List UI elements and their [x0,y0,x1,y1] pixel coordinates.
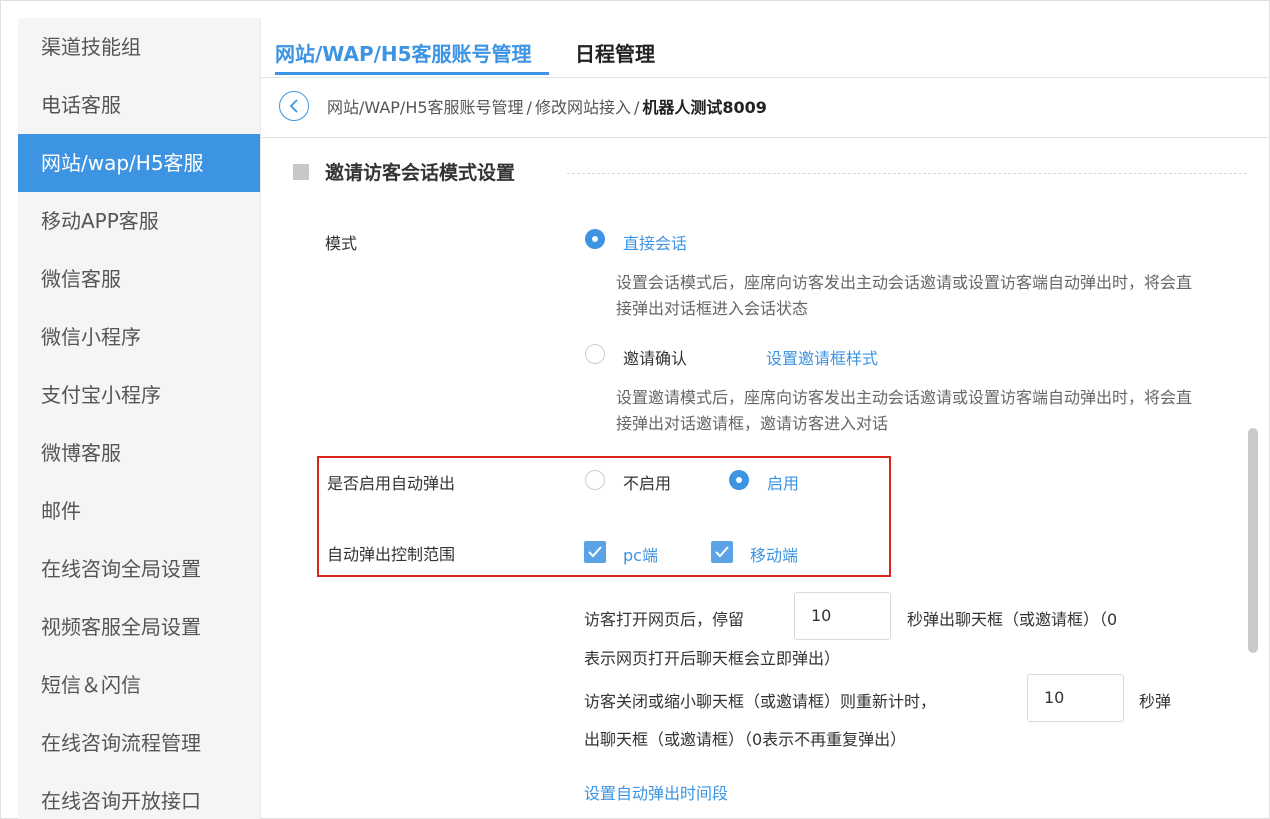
sidebar-item-online-open-api[interactable]: 在线咨询开放接口 [18,772,260,819]
vertical-scrollbar[interactable] [1248,428,1258,653]
mode-direct-label[interactable]: 直接会话 [623,230,687,254]
invite-style-link[interactable]: 设置邀请框样式 [766,345,878,369]
breadcrumb-item-account-management[interactable]: 网站/WAP/H5客服账号管理 [327,98,524,117]
sidebar: 渠道技能组 电话客服 网站/wap/H5客服 移动APP客服 微信客服 微信小程… [18,18,260,819]
auto-popup-off-radio[interactable] [585,470,605,490]
tab-account-management[interactable]: 网站/WAP/H5客服账号管理 [275,38,532,67]
pc-label[interactable]: pc端 [623,542,658,566]
breadcrumb: 网站/WAP/H5客服账号管理 / 修改网站接入 / 机器人测试8009 [261,78,1270,138]
sidebar-item-alipay-miniprogram[interactable]: 支付宝小程序 [18,366,260,424]
mode-invite-radio[interactable] [585,344,605,364]
mobile-checkbox[interactable] [711,541,733,563]
popup-scope-label: 自动弹出控制范围 [327,545,456,564]
sidebar-item-online-global-settings[interactable]: 在线咨询全局设置 [18,540,260,598]
chevron-left-icon [289,99,298,113]
tab-bar: 网站/WAP/H5客服账号管理 日程管理 [261,18,1270,78]
sidebar-item-skill-group[interactable]: 渠道技能组 [18,18,260,76]
stay-suffix-text: 秒弹出聊天框（或邀请框）（0 [907,610,1118,629]
sidebar-item-mobile-app[interactable]: 移动APP客服 [18,192,260,250]
reset-note-text: 出聊天框（或邀请框）（0表示不再重复弹出） [584,730,907,749]
auto-popup-on-label[interactable]: 启用 [767,470,799,494]
back-button[interactable] [279,91,309,121]
mode-invite-description: 设置邀请模式后，座席向访客发出主动会话邀请或设置访客端自动弹出时，将会直接弹出对… [616,388,1193,433]
breadcrumb-separator: / [633,98,640,117]
sidebar-item-web-wap-h5[interactable]: 网站/wap/H5客服 [18,134,260,192]
mode-direct-description: 设置会话模式后，座席向访客发出主动会话邀请或设置访客端自动弹出时，将会直接弹出对… [616,273,1193,318]
sidebar-item-video-global-settings[interactable]: 视频客服全局设置 [18,598,260,656]
auto-popup-off-label[interactable]: 不启用 [623,470,671,494]
mode-invite-label[interactable]: 邀请确认 [623,345,687,369]
section-marker [293,164,309,180]
auto-popup-label: 是否启用自动弹出 [327,474,456,493]
mode-label: 模式 [325,234,358,253]
popup-time-range-link[interactable]: 设置自动弹出时间段 [584,780,728,804]
sidebar-item-wechat-miniprogram[interactable]: 微信小程序 [18,308,260,366]
sidebar-item-weibo[interactable]: 微博客服 [18,424,260,482]
reset-seconds-input[interactable]: 10 [1027,674,1124,722]
mode-direct-radio[interactable] [585,229,605,249]
main-panel: 网站/WAP/H5客服账号管理 日程管理 网站/WAP/H5客服账号管理 / 修改网… [260,18,1270,819]
sidebar-item-email[interactable]: 邮件 [18,482,260,540]
checkmark-icon [588,546,602,558]
auto-popup-on-radio[interactable] [729,470,749,490]
sidebar-item-phone-service[interactable]: 电话客服 [18,76,260,134]
stay-note-text: 表示网页打开后聊天框会立即弹出） [584,649,841,668]
section-title: 邀请访客会话模式设置 [325,162,516,184]
sidebar-item-sms-flash[interactable]: 短信＆闪信 [18,656,260,714]
sidebar-item-online-flow-management[interactable]: 在线咨询流程管理 [18,714,260,772]
pc-checkbox[interactable] [584,541,606,563]
tab-schedule-management[interactable]: 日程管理 [575,38,655,67]
breadcrumb-trail: 网站/WAP/H5客服账号管理 / 修改网站接入 / 机器人测试8009 [327,94,767,118]
sidebar-item-wechat[interactable]: 微信客服 [18,250,260,308]
breadcrumb-current: 机器人测试8009 [642,98,767,117]
breadcrumb-item-edit-site[interactable]: 修改网站接入 [535,98,631,117]
stay-prefix-text: 访客打开网页后，停留 [584,610,745,629]
stay-seconds-input[interactable]: 10 [794,592,891,640]
reset-suffix-text: 秒弹 [1139,692,1172,711]
section-divider [567,173,1247,174]
mobile-label[interactable]: 移动端 [750,542,798,566]
reset-prefix-text: 访客关闭或缩小聊天框（或邀请框）则重新计时， [584,692,937,711]
active-tab-indicator [275,72,549,75]
breadcrumb-separator: / [526,98,532,117]
checkmark-icon [715,546,729,558]
